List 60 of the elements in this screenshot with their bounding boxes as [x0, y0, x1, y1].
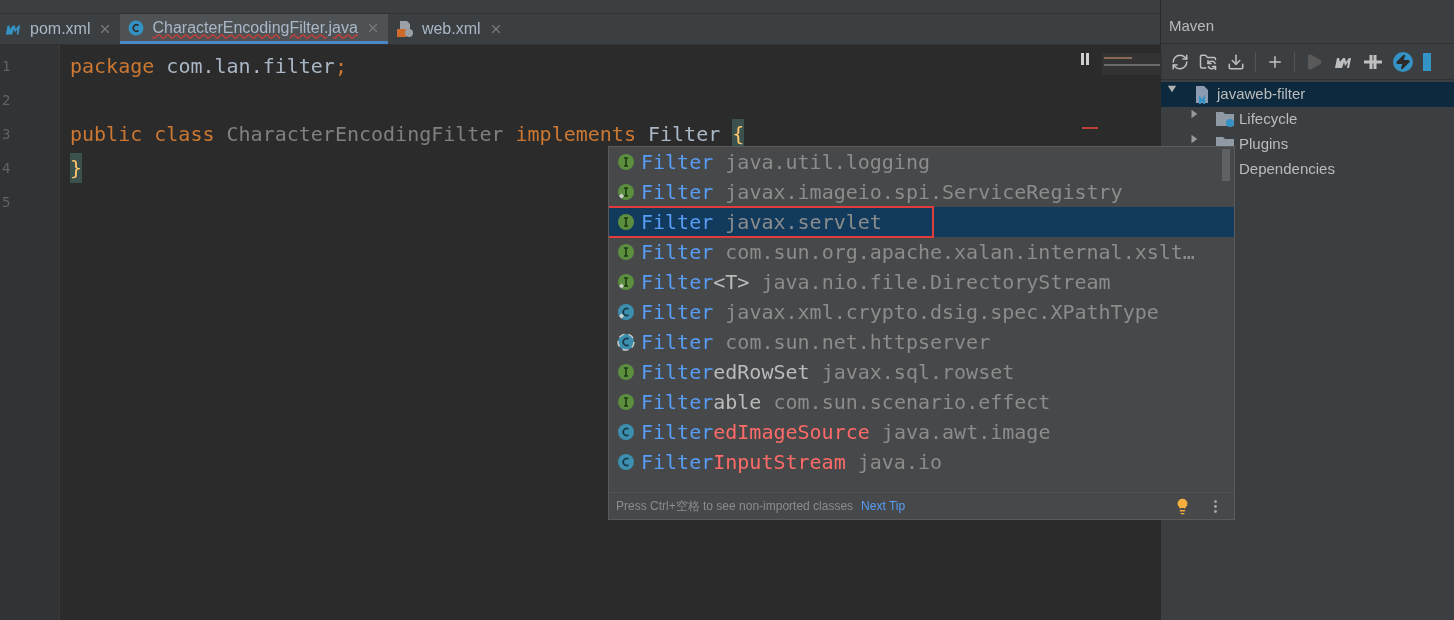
code-token: } — [70, 153, 83, 183]
completion-item[interactable]: FilterInputStream java.io — [609, 447, 1234, 477]
completion-item[interactable]: FilteredImageSource java.awt.image — [609, 417, 1234, 447]
completion-item[interactable]: Filter<T> java.nio.file.DirectoryStream — [609, 267, 1234, 297]
expand-arrow-icon[interactable] — [1189, 134, 1199, 144]
pause-icon[interactable] — [1080, 53, 1090, 65]
tree-icon[interactable] — [1423, 52, 1431, 71]
code-token: Filter — [647, 121, 722, 148]
panel-title: Maven — [1169, 15, 1215, 36]
code-token: public class — [70, 121, 215, 148]
maven-icon — [4, 22, 22, 36]
tree-label: Lifecycle — [1239, 109, 1298, 130]
code-token: package — [70, 53, 155, 80]
completion-item[interactable]: Filterable com.sun.scenario.effect — [609, 387, 1234, 417]
folder-icon — [1215, 112, 1235, 127]
completion-item[interactable]: Filter javax.xml.crypto.dsig.spec.XPathType — [609, 297, 1234, 327]
completion-text: Filter javax.imageio.spi.ServiceRegistry — [641, 179, 1123, 206]
completion-text: Filter com.sun.org.apache.xalan.internal.xslt… — [641, 239, 1195, 266]
scrollbar-thumb[interactable] — [1222, 149, 1230, 181]
editor-tab[interactable]: web.xml — [387, 14, 511, 44]
completion-text: Filter javax.servlet — [641, 209, 882, 236]
completion-text: Filter java.util.logging — [641, 149, 930, 176]
editor-tab[interactable]: CharacterEncodingFilter.java — [120, 14, 388, 44]
code-token: ; — [334, 53, 347, 80]
tree-label: Plugins — [1239, 134, 1289, 155]
toggle-offline-icon[interactable] — [1363, 52, 1383, 71]
code-token: com.lan.filter — [165, 53, 335, 80]
code-token: { — [732, 119, 745, 149]
code-token: CharacterEncodingFilter — [225, 121, 505, 148]
tree-label: Dependencies — [1239, 159, 1335, 180]
completion-item[interactable]: Filter javax.servlet — [609, 207, 1234, 237]
xml-file-icon — [395, 20, 414, 38]
hint-text: Press Ctrl+空格 to see non-imported classes — [616, 498, 854, 515]
completion-text: Filterable com.sun.scenario.effect — [641, 389, 1051, 416]
tab-label: CharacterEncodingFilter.java — [152, 17, 358, 38]
class-icon — [128, 19, 145, 36]
editor-tab[interactable]: pom.xml — [0, 14, 121, 44]
completion-text: FilteredImageSource java.awt.image — [641, 419, 1051, 446]
tree-item[interactable]: javaweb-filter — [1161, 82, 1454, 107]
tab-label: pom.xml — [30, 19, 91, 39]
download-icon[interactable] — [1227, 52, 1245, 71]
tree-item[interactable]: Lifecycle — [1161, 107, 1454, 132]
code-token: implements — [515, 121, 636, 148]
completion-item[interactable]: Filter javax.imageio.spi.ServiceRegistry — [609, 177, 1234, 207]
completion-text: Filter com.sun.net.httpserver — [641, 329, 991, 356]
reload-icon[interactable] — [1171, 52, 1189, 71]
folder-sync-icon[interactable] — [1199, 52, 1217, 71]
completion-text: FilteredRowSet javax.sql.rowset — [641, 359, 1015, 386]
completion-text: Filter javax.xml.crypto.dsig.spec.XPathType — [641, 299, 1159, 326]
tab-label: web.xml — [421, 19, 481, 39]
collapse-arrow-icon[interactable] — [1167, 84, 1177, 94]
completion-item[interactable]: Filter com.sun.net.httpserver — [609, 327, 1234, 357]
completion-text: FilterInputStream java.io — [641, 449, 943, 476]
lightning-icon[interactable] — [1393, 51, 1413, 72]
completion-item[interactable]: Filter com.sun.org.apache.xalan.internal.xslt… — [609, 237, 1234, 267]
completion-item[interactable]: FilteredRowSet javax.sql.rowset — [609, 357, 1234, 387]
completion-text: Filter<T> java.nio.file.DirectoryStream — [641, 269, 1111, 296]
next-tip-link[interactable]: Next Tip — [861, 497, 906, 515]
expand-arrow-icon[interactable] — [1189, 109, 1199, 119]
tree-label: javaweb-filter — [1217, 84, 1306, 105]
